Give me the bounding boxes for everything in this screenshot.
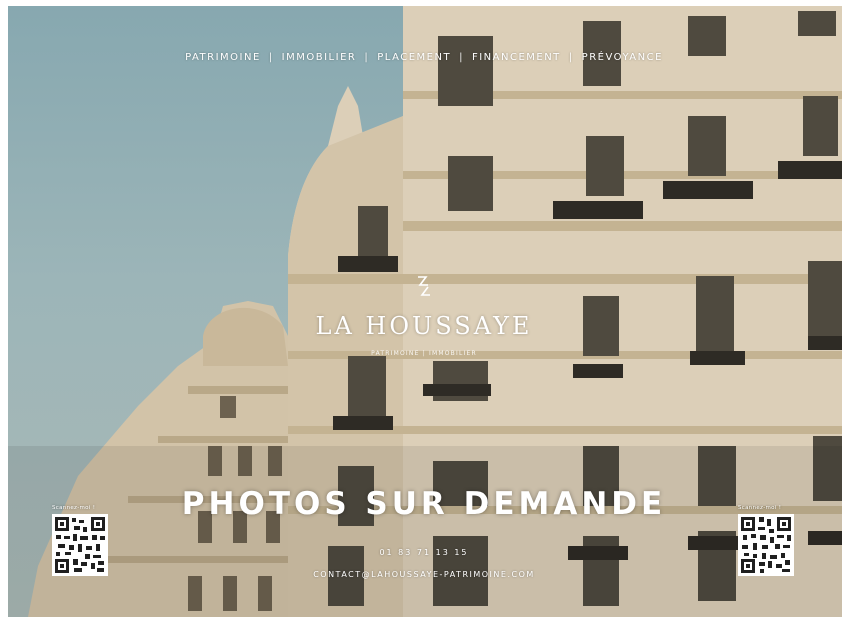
nav-separator: | <box>568 52 574 63</box>
contact-phone[interactable]: 01 83 71 13 15 <box>0 548 848 557</box>
brand-tagline: PATRIMOINE | IMMOBILIER <box>371 350 477 357</box>
la-houssaye-logo-icon <box>412 274 436 298</box>
nav-item-financement[interactable]: FINANCEMENT <box>472 52 561 63</box>
contact-email[interactable]: CONTACT@LAHOUSSAYE-PATRIMOINE.COM <box>0 570 848 579</box>
main-nav: PATRIMOINE | IMMOBILIER | PLACEMENT | FINANCEM… <box>0 52 848 63</box>
flyer: PATRIMOINE | IMMOBILIER | PLACEMENT | FINANCEM… <box>0 0 848 623</box>
nav-item-placement[interactable]: PLACEMENT <box>377 52 451 63</box>
qr-left-label: Scannez-moi ! <box>52 505 96 511</box>
nav-item-prevoyance[interactable]: PRÉVOYANCE <box>582 52 663 63</box>
nav-separator: | <box>459 52 464 63</box>
qr-right-label: Scannez-moi ! <box>738 505 782 511</box>
nav-item-immobilier[interactable]: IMMOBILIER <box>282 52 357 63</box>
nav-item-patrimoine[interactable]: PATRIMOINE <box>185 52 261 63</box>
qr-code-right[interactable] <box>738 514 794 576</box>
headline: PHOTOS SUR DEMANDE <box>181 486 667 522</box>
brand-name: LA HOUSSAYE <box>315 312 533 340</box>
nav-separator: | <box>364 52 370 63</box>
nav-separator: | <box>268 52 274 63</box>
qr-code-left[interactable] <box>52 514 108 576</box>
